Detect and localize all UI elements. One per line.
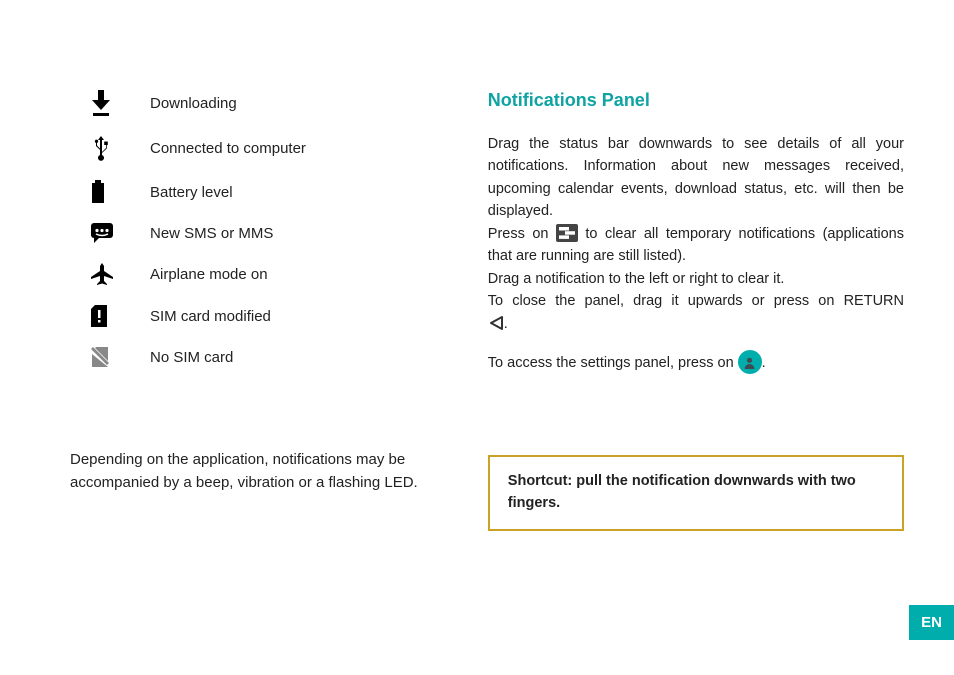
row-airplane: Airplane mode on [90,262,438,286]
sms-label: New SMS or MMS [150,225,273,242]
right-column: Notifications Panel Drag the status bar … [488,90,904,531]
airplane-label: Airplane mode on [150,266,268,283]
shortcut-box: Shortcut: pull the notification downward… [488,455,904,531]
row-downloading: Downloading [90,90,438,116]
battery-label: Battery level [150,184,233,201]
left-column: Downloading Connected to computer Batter… [70,90,438,531]
paragraph-2: Press on to clear all temporary notifica… [488,223,904,268]
p2-text-a: Press on [488,226,556,242]
p5-text-a: To access the settings panel, press on [488,355,738,371]
usb-icon [90,134,150,162]
row-sim-modified: SIM card modified [90,304,438,328]
no-sim-label: No SIM card [150,349,233,366]
paragraph-3: Drag a notification to the left or right… [488,268,904,290]
p4-text-a: To close the panel, drag it upwards or p… [488,293,904,309]
no-sim-icon [90,346,150,368]
sim-modified-label: SIM card modified [150,308,271,325]
downloading-icon [90,90,150,116]
downloading-label: Downloading [150,95,237,112]
status-icon-list: Downloading Connected to computer Batter… [90,90,438,368]
battery-icon [90,180,150,204]
clear-notifications-icon [556,224,578,242]
sms-icon [90,222,150,244]
return-icon [488,315,504,331]
row-sms: New SMS or MMS [90,222,438,244]
row-battery: Battery level [90,180,438,204]
left-notification-note: Depending on the application, notificati… [70,448,438,495]
airplane-icon [90,262,150,286]
settings-person-icon [738,350,762,374]
paragraph-5: To access the settings panel, press on . [488,351,904,375]
row-usb: Connected to computer [90,134,438,162]
paragraph-1: Drag the status bar downwards to see det… [488,133,904,223]
section-title: Notifications Panel [488,90,904,111]
row-no-sim: No SIM card [90,346,438,368]
paragraph-4: To close the panel, drag it upwards or p… [488,290,904,335]
p4-text-b: . [504,316,508,332]
sim-modified-icon [90,304,150,328]
body-text: Drag the status bar downwards to see det… [488,133,904,375]
language-tag: EN [909,605,954,640]
usb-label: Connected to computer [150,140,306,157]
p5-text-b: . [762,355,766,371]
